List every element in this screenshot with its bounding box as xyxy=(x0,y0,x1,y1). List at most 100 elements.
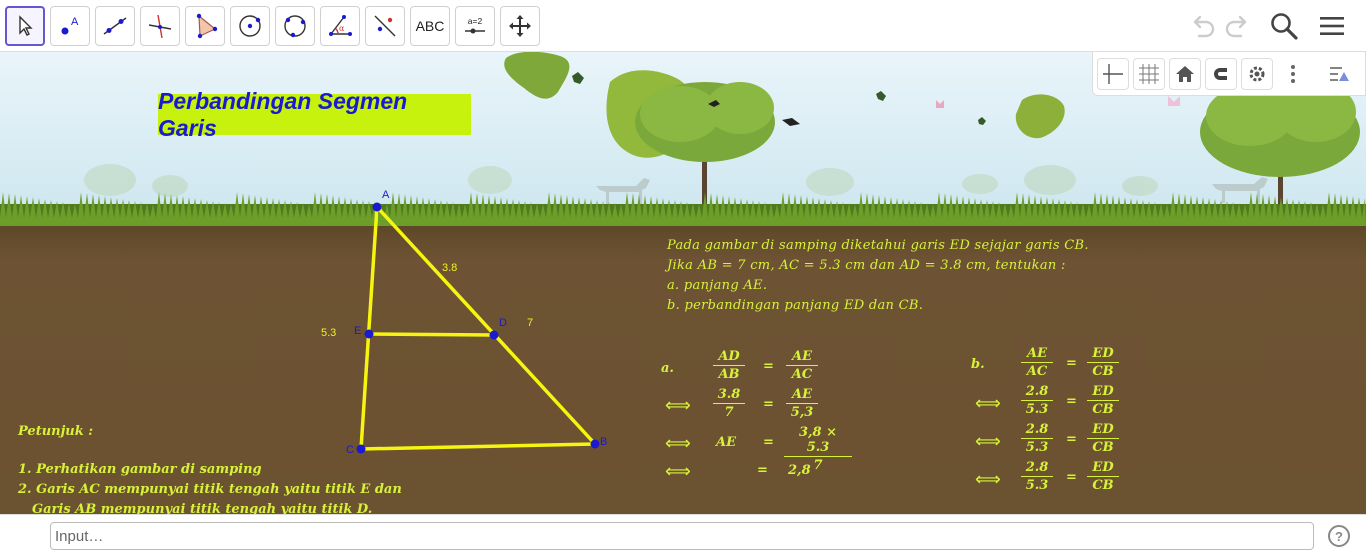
length-ae-label: 5.3 xyxy=(321,327,337,339)
standard-view-button[interactable] xyxy=(1169,58,1201,90)
sol-a-row4-eq: = xyxy=(757,463,768,478)
line-tool-button[interactable] xyxy=(95,6,135,46)
hint-step-2a: 2. Garis AC mempunyai titik tengah yaitu… xyxy=(18,482,402,497)
move-cross-icon xyxy=(509,15,531,37)
sol-a-row1-rhs: AE AC xyxy=(786,349,818,382)
segment-ed[interactable] xyxy=(368,332,495,337)
help-icon[interactable]: ? xyxy=(1328,525,1350,547)
point-icon: A xyxy=(61,16,79,35)
redo-button[interactable] xyxy=(1222,10,1254,42)
main-menu-button[interactable] xyxy=(1316,10,1348,42)
style-bar-icon xyxy=(1330,67,1349,81)
search-icon xyxy=(1271,13,1298,40)
problem-line-2: Jika AB = 7 cm, AC = 5.3 cm dan AD = 3.8… xyxy=(667,258,1066,273)
circle-three-points-icon xyxy=(284,15,306,38)
grid-icon xyxy=(1139,64,1159,84)
sol-b-row4-rhs: ED CB xyxy=(1087,460,1119,493)
point-c[interactable] xyxy=(356,444,366,454)
sol-a-row1-eq: = xyxy=(763,359,774,374)
redo-icon xyxy=(1225,15,1247,38)
home-icon xyxy=(1176,66,1194,82)
settings-button[interactable] xyxy=(1241,58,1273,90)
point-e[interactable] xyxy=(364,329,374,339)
point-d-label: D xyxy=(499,317,507,329)
sol-a-row2-eq: = xyxy=(763,397,774,412)
point-tool-button[interactable]: A xyxy=(50,6,90,46)
slider-tool-button[interactable]: a=2 xyxy=(455,6,495,46)
more-vertical-icon xyxy=(1291,65,1295,83)
move-graphics-view-tool-button[interactable] xyxy=(500,6,540,46)
title-text: Perbandingan Segmen Garis xyxy=(158,87,408,141)
undo-icon xyxy=(1193,15,1215,38)
hint-heading: Petunjuk : xyxy=(18,424,94,439)
solution-a-label: a. xyxy=(661,361,674,376)
sol-a-row1-lhs: AD AB xyxy=(713,349,745,382)
reflect-line-icon xyxy=(374,15,396,37)
sol-a-row2-lhs: 3.8 7 xyxy=(713,387,745,420)
axes-icon xyxy=(1103,64,1123,84)
sol-b-row4-eq: = xyxy=(1066,470,1077,485)
segment-cb[interactable] xyxy=(360,442,596,451)
sol-b-row1-lhs: AE AC xyxy=(1021,346,1053,379)
sol-b-row3-arrow: ⟺ xyxy=(975,431,1001,452)
move-tool-button[interactable] xyxy=(5,6,45,46)
problem-line-1: Pada gambar di samping diketahui garis E… xyxy=(667,238,1089,253)
point-a[interactable] xyxy=(372,202,382,212)
angle-tool-button[interactable]: α xyxy=(320,6,360,46)
circle-three-points-tool-button[interactable] xyxy=(275,6,315,46)
slider-icon: a=2 xyxy=(465,16,485,34)
sol-a-row2-arrow: ⟺ xyxy=(665,395,691,416)
polygon-tool-button[interactable] xyxy=(185,6,225,46)
sol-a-row4-arrow: ⟺ xyxy=(665,461,691,482)
graphics-view[interactable]: A B C D E 3.8 7 5.3 Perbandingan Segmen … xyxy=(0,52,1366,514)
graphics-style-bar xyxy=(1092,52,1366,96)
toggle-grid-button[interactable] xyxy=(1133,58,1165,90)
sol-a-row3-eq: = xyxy=(763,435,774,450)
angle-tool-label: α xyxy=(339,24,345,33)
length-ad-label: 3.8 xyxy=(442,262,458,274)
problem-line-3: a. panjang AE. xyxy=(667,278,768,293)
gear-icon xyxy=(1249,66,1265,82)
solution-b-label: b. xyxy=(971,357,985,372)
undo-button[interactable] xyxy=(1186,10,1218,42)
point-d[interactable] xyxy=(489,330,499,340)
sol-b-row2-lhs: 2.8 5.3 xyxy=(1021,384,1053,417)
reflect-about-line-tool-button[interactable] xyxy=(365,6,405,46)
algebra-input-field[interactable] xyxy=(50,522,1314,550)
point-a-label: A xyxy=(382,189,390,201)
sol-b-row2-arrow: ⟺ xyxy=(975,393,1001,414)
polygon-icon xyxy=(196,13,218,39)
sol-b-row3-lhs: 2.8 5.3 xyxy=(1021,422,1053,455)
circle-center-point-tool-button[interactable] xyxy=(230,6,270,46)
hint-step-2b: Garis AB mempunyai titik tengah yaitu ti… xyxy=(32,502,373,514)
worksheet-title: Perbandingan Segmen Garis xyxy=(158,88,471,141)
circle-center-icon xyxy=(239,15,261,37)
segment-ac[interactable] xyxy=(359,206,379,450)
more-options-button[interactable] xyxy=(1277,58,1309,90)
slider-tool-label: a=2 xyxy=(468,16,483,26)
cursor-arrow-icon xyxy=(19,15,33,36)
sol-b-row1-eq: = xyxy=(1066,356,1077,371)
toggle-style-bar-button[interactable] xyxy=(1323,58,1355,90)
text-tool-label: ABC xyxy=(415,18,445,34)
problem-line-4: b. perbandingan panjang ED dan CB. xyxy=(667,298,924,313)
sol-a-row4-rhs: 2,8 xyxy=(788,463,811,478)
segment-ab[interactable] xyxy=(375,205,597,446)
sol-b-row1-rhs: ED CB xyxy=(1087,346,1119,379)
point-b-label: B xyxy=(600,436,608,448)
hamburger-menu-icon xyxy=(1320,17,1344,35)
sol-b-row4-lhs: 2.8 5.3 xyxy=(1021,460,1053,493)
point-capturing-button[interactable] xyxy=(1205,58,1237,90)
sol-b-row2-eq: = xyxy=(1066,394,1077,409)
toggle-axes-button[interactable] xyxy=(1097,58,1129,90)
magnet-icon xyxy=(1214,68,1227,80)
search-button[interactable] xyxy=(1268,10,1300,42)
point-b[interactable] xyxy=(590,439,600,449)
length-db-label: 7 xyxy=(527,317,534,329)
perpendicular-line-tool-button[interactable] xyxy=(140,6,180,46)
text-tool-button[interactable]: ABC xyxy=(410,6,450,46)
angle-icon: α xyxy=(329,15,352,36)
sol-b-row3-rhs: ED CB xyxy=(1087,422,1119,455)
sol-b-row3-eq: = xyxy=(1066,432,1077,447)
point-e-label: E xyxy=(354,325,362,337)
